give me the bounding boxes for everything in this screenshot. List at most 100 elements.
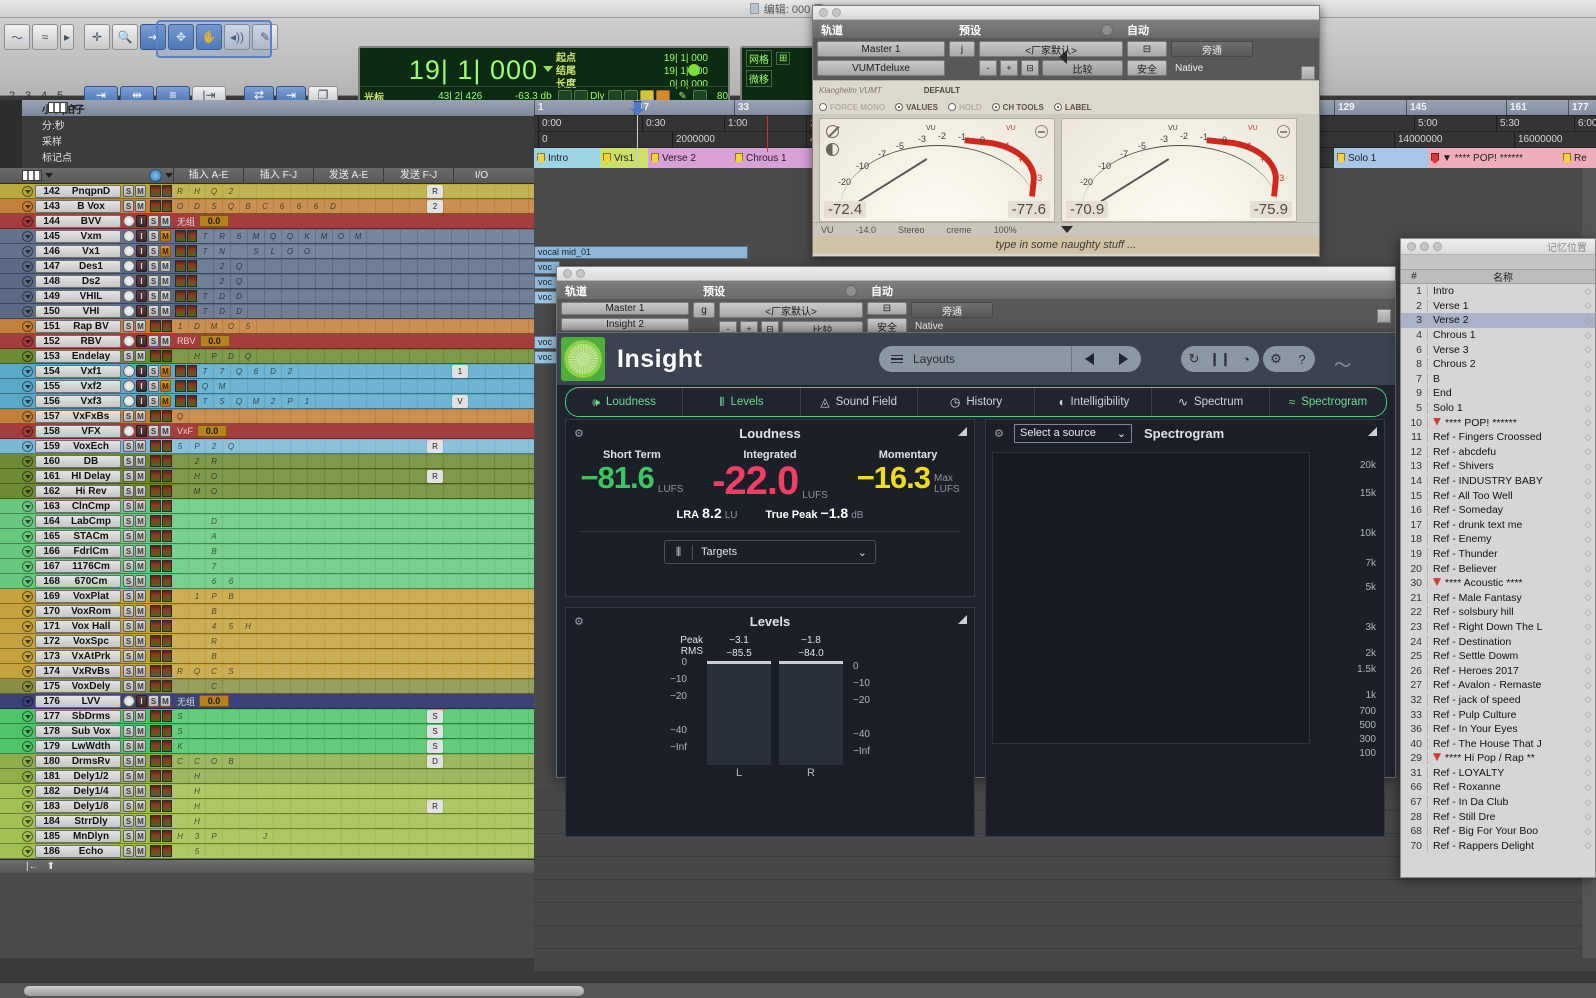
track-row[interactable]: 180DrmsRvSMCCOBDSVVPP bbox=[0, 754, 534, 769]
insert-slot[interactable] bbox=[308, 604, 324, 618]
track-inserts[interactable]: TR6MQQKMOM bbox=[197, 229, 534, 244]
insert-slot[interactable] bbox=[478, 664, 494, 678]
track-inserts[interactable]: MO bbox=[172, 484, 534, 499]
insert-slot[interactable] bbox=[376, 799, 392, 813]
solo-button[interactable]: S bbox=[148, 230, 159, 242]
minimize-icon[interactable] bbox=[832, 8, 841, 17]
insert-slot[interactable] bbox=[325, 499, 341, 513]
insert-slot[interactable] bbox=[478, 634, 494, 648]
mute-button[interactable]: M bbox=[160, 365, 171, 377]
track-type-icon[interactable] bbox=[20, 380, 34, 392]
insert-slot[interactable] bbox=[206, 844, 222, 858]
column-header-sends-ae[interactable]: 发送 A-E bbox=[313, 168, 383, 184]
insert-slot[interactable] bbox=[376, 439, 392, 453]
track-type-icon[interactable] bbox=[20, 185, 34, 197]
insert-slot[interactable] bbox=[342, 349, 358, 363]
option-hold[interactable]: HOLD bbox=[947, 103, 982, 112]
insert-slot[interactable] bbox=[478, 484, 494, 498]
solo-button[interactable]: S bbox=[123, 350, 134, 362]
insert-slot[interactable] bbox=[461, 589, 477, 603]
track-row[interactable]: 159VoxEchSM5P2QRVAVPP bbox=[0, 439, 534, 454]
preset-selector[interactable]: <厂家默认> bbox=[979, 41, 1123, 57]
insert-slot[interactable]: O bbox=[223, 319, 239, 333]
insert-slot[interactable]: P bbox=[206, 589, 222, 603]
track-name-field[interactable]: 164 LabCmp bbox=[35, 514, 121, 528]
insert-slot[interactable] bbox=[478, 574, 494, 588]
track-type-icon[interactable] bbox=[20, 440, 34, 452]
insert-slot[interactable] bbox=[172, 349, 188, 363]
insert-slot[interactable] bbox=[427, 769, 443, 783]
insert-slot[interactable] bbox=[274, 499, 290, 513]
insert-slot[interactable]: 3 bbox=[189, 829, 205, 843]
insert-slot[interactable] bbox=[503, 379, 519, 393]
insert-slot[interactable] bbox=[376, 544, 392, 558]
track-type-icon[interactable] bbox=[20, 845, 34, 857]
close-icon[interactable] bbox=[1407, 242, 1416, 251]
chevron-down-icon[interactable] bbox=[165, 173, 173, 178]
insert-slot[interactable]: O bbox=[172, 199, 188, 213]
solo-button[interactable]: S bbox=[148, 335, 159, 347]
insert-slot[interactable] bbox=[410, 709, 426, 723]
track-row[interactable]: 160DBSM2RBHVPP bbox=[0, 454, 534, 469]
mute-button[interactable]: M bbox=[135, 635, 146, 647]
insert-slot[interactable] bbox=[495, 709, 511, 723]
record-enable-button[interactable] bbox=[123, 695, 135, 707]
insert-slot[interactable] bbox=[478, 514, 494, 528]
insert-slot[interactable] bbox=[435, 274, 451, 288]
insert-slot[interactable] bbox=[308, 589, 324, 603]
track-buttons[interactable]: SM bbox=[123, 560, 146, 572]
solo-button[interactable]: S bbox=[123, 770, 134, 782]
insert-slot[interactable]: H bbox=[172, 829, 188, 843]
insert-slot[interactable] bbox=[342, 799, 358, 813]
insert-slot[interactable] bbox=[333, 244, 349, 258]
insert-slot[interactable]: R bbox=[206, 634, 222, 648]
insert-slot[interactable] bbox=[359, 184, 375, 198]
insert-slot[interactable] bbox=[274, 409, 290, 423]
track-view-icon[interactable] bbox=[22, 170, 42, 181]
insert-slot[interactable] bbox=[240, 844, 256, 858]
track-inserts[interactable]: R bbox=[172, 634, 534, 649]
insert-slot[interactable] bbox=[486, 274, 502, 288]
insert-slot[interactable]: T bbox=[197, 289, 213, 303]
insert-slot[interactable] bbox=[435, 304, 451, 318]
solo-button[interactable]: S bbox=[123, 185, 134, 197]
insert-slot[interactable]: H bbox=[240, 619, 256, 633]
insert-slot[interactable] bbox=[299, 364, 315, 378]
insert-slot[interactable] bbox=[461, 634, 477, 648]
insert-slot[interactable] bbox=[206, 814, 222, 828]
insert-slot[interactable] bbox=[427, 454, 443, 468]
mute-button[interactable]: M bbox=[135, 545, 146, 557]
prev-layout-icon[interactable] bbox=[1084, 353, 1094, 365]
track-inserts[interactable]: HPDQ bbox=[172, 349, 534, 364]
insert-slot[interactable] bbox=[478, 784, 494, 798]
insert-slot[interactable] bbox=[486, 379, 502, 393]
solo-button[interactable]: S bbox=[148, 275, 159, 287]
insert-slot[interactable] bbox=[316, 274, 332, 288]
track-row[interactable]: 183Dely1/8SMHRVVVPP bbox=[0, 799, 534, 814]
insert-slot[interactable] bbox=[342, 619, 358, 633]
insert-slot[interactable] bbox=[435, 394, 451, 408]
insert-slot[interactable] bbox=[248, 379, 264, 393]
insert-slot[interactable]: Q bbox=[172, 409, 188, 423]
insert-slot[interactable]: D bbox=[214, 289, 230, 303]
track-row[interactable]: 150VHIISMTDDRLVPP bbox=[0, 304, 534, 319]
insert-slot[interactable]: D bbox=[427, 754, 443, 768]
input-monitor-button[interactable]: I bbox=[136, 335, 147, 347]
insert-slot[interactable] bbox=[469, 229, 485, 243]
insert-slot[interactable] bbox=[172, 484, 188, 498]
insert-slot[interactable] bbox=[495, 754, 511, 768]
insert-slot[interactable]: D bbox=[189, 319, 205, 333]
insert-slot[interactable] bbox=[495, 484, 511, 498]
insert-slot[interactable] bbox=[376, 634, 392, 648]
insert-slot[interactable] bbox=[265, 259, 281, 273]
insert-slot[interactable] bbox=[316, 364, 332, 378]
insert-slot[interactable] bbox=[418, 289, 434, 303]
insert-slot[interactable] bbox=[410, 529, 426, 543]
insert-slot[interactable] bbox=[461, 649, 477, 663]
insert-slot[interactable] bbox=[291, 319, 307, 333]
record-enable-button[interactable] bbox=[123, 230, 135, 242]
track-row[interactable]: 157VxFxBsSMQVAVPP bbox=[0, 409, 534, 424]
track-buttons[interactable]: ISM bbox=[123, 305, 171, 317]
insert-slot[interactable] bbox=[350, 244, 366, 258]
insert-slot[interactable] bbox=[495, 514, 511, 528]
